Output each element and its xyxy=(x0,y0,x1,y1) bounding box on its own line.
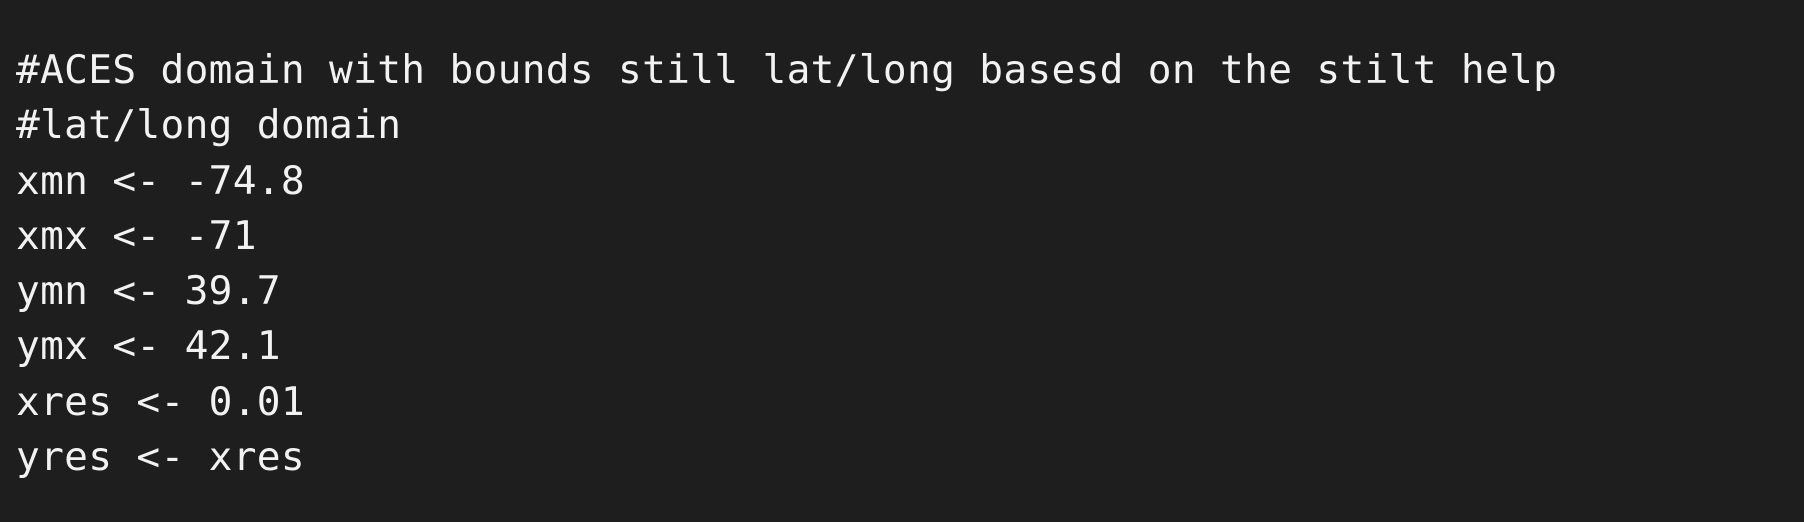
code-line-comment-lat-long-domain: #lat/long domain xyxy=(16,102,402,149)
code-line-ymn: ymn <- 39.7 xyxy=(16,268,281,315)
code-editor[interactable]: #ACES domain with bounds still lat/long … xyxy=(0,0,1804,522)
code-line-yres: yres <- xres xyxy=(16,434,305,481)
code-line-xmn: xmn <- -74.8 xyxy=(16,157,305,204)
code-line-comment-aces-domain: #ACES domain with bounds still lat/long … xyxy=(16,47,1558,93)
code-line-ymx: ymx <- 42.1 xyxy=(16,323,281,370)
code-line-xres: xres <- 0.01 xyxy=(16,378,305,425)
code-line-xmx: xmx <- -71 xyxy=(16,212,257,259)
